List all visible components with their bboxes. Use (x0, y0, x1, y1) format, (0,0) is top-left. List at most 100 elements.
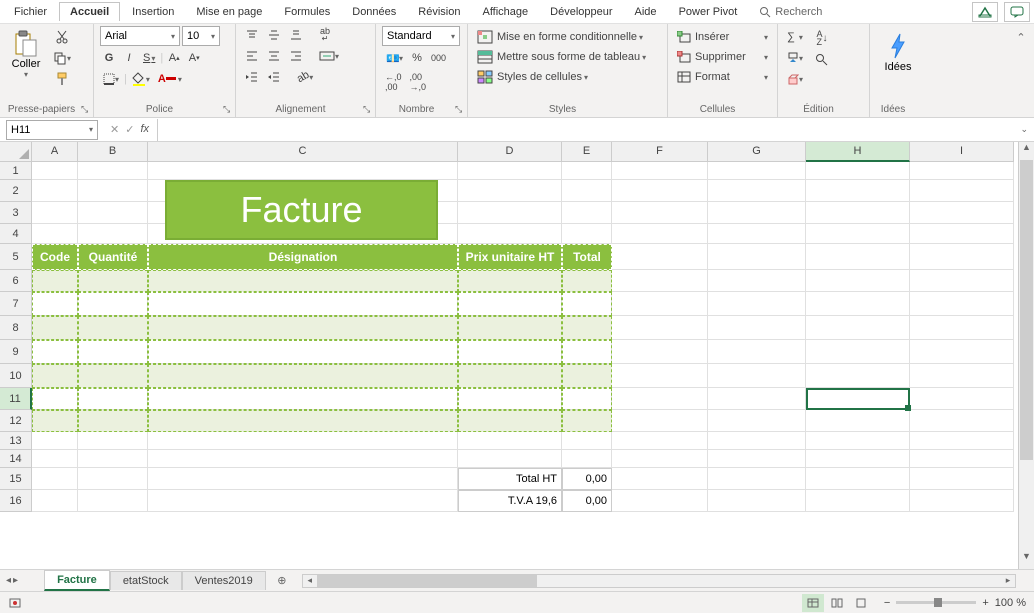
align-middle-button[interactable] (264, 26, 284, 44)
cells-grid[interactable]: Facture Code Quantité Désignation Prix u… (32, 162, 1018, 569)
merge-button[interactable]: ▾ (316, 47, 342, 65)
tab-nav[interactable]: ◂▸ (0, 575, 24, 586)
zoom-level[interactable]: 100 % (995, 597, 1026, 609)
col-header-G[interactable]: G (708, 142, 806, 162)
row-header-15[interactable]: 15 (0, 468, 32, 490)
row-header-3[interactable]: 3 (0, 202, 32, 224)
cancel-formula-icon[interactable]: ✕ (110, 123, 119, 136)
delete-button[interactable]: Supprimer▾ (674, 48, 771, 66)
menu-developpeur[interactable]: Développeur (540, 3, 622, 21)
menu-formules[interactable]: Formules (274, 3, 340, 21)
menu-affichage[interactable]: Affichage (472, 3, 538, 21)
row-header-1[interactable]: 1 (0, 162, 32, 180)
zoom-slider[interactable] (896, 601, 976, 604)
row-header-8[interactable]: 8 (0, 316, 32, 340)
menu-mise-en-page[interactable]: Mise en page (186, 3, 272, 21)
decrease-indent-button[interactable] (242, 68, 262, 86)
number-format-combo[interactable]: Standard▾ (382, 26, 460, 46)
row-header-6[interactable]: 6 (0, 270, 32, 292)
underline-button[interactable]: S▾ (140, 49, 158, 67)
format-button[interactable]: Format▾ (674, 68, 771, 86)
menu-aide[interactable]: Aide (625, 3, 667, 21)
col-header-F[interactable]: F (612, 142, 708, 162)
col-header-H[interactable]: H (806, 142, 910, 162)
menu-power-pivot[interactable]: Power Pivot (669, 3, 748, 21)
dialog-launcher-icon[interactable]: ⤡ (223, 104, 233, 114)
dialog-launcher-icon[interactable]: ⤡ (81, 104, 91, 114)
fill-button[interactable]: ▾ (784, 49, 806, 67)
enter-formula-icon[interactable]: ✓ (125, 123, 134, 136)
zoom-out-button[interactable]: − (884, 597, 890, 609)
menu-revision[interactable]: Révision (408, 3, 470, 21)
row-header-14[interactable]: 14 (0, 450, 32, 468)
align-bottom-button[interactable] (286, 26, 306, 44)
row-header-10[interactable]: 10 (0, 364, 32, 388)
row-header-2[interactable]: 2 (0, 180, 32, 202)
col-header-A[interactable]: A (32, 142, 78, 162)
name-box[interactable]: H11▾ (6, 120, 98, 140)
accounting-format-button[interactable]: 💶▾ (382, 49, 406, 67)
orientation-button[interactable]: ab▾ (294, 68, 316, 86)
col-header-I[interactable]: I (910, 142, 1014, 162)
search-box[interactable]: Recherch (749, 3, 832, 21)
grow-font-button[interactable]: A▴ (165, 49, 183, 67)
row-header-9[interactable]: 9 (0, 340, 32, 364)
horizontal-scrollbar[interactable]: ◂▸ (302, 574, 1016, 588)
row-header-12[interactable]: 12 (0, 410, 32, 432)
normal-view-button[interactable] (802, 594, 824, 612)
cut-button[interactable] (52, 28, 72, 46)
copy-button[interactable]: ▾ (50, 49, 74, 67)
collapse-ribbon-button[interactable]: ⌃ (1012, 28, 1030, 46)
bold-button[interactable]: G (100, 49, 118, 67)
autosum-button[interactable]: ∑▾ (784, 28, 806, 46)
find-select-button[interactable] (812, 51, 832, 69)
zoom-in-button[interactable]: + (982, 597, 988, 609)
row-header-13[interactable]: 13 (0, 432, 32, 450)
shrink-font-button[interactable]: A▾ (185, 49, 203, 67)
vertical-scrollbar[interactable]: ▲ ▼ (1018, 142, 1034, 569)
col-header-D[interactable]: D (458, 142, 562, 162)
menu-donnees[interactable]: Données (342, 3, 406, 21)
align-top-button[interactable] (242, 26, 262, 44)
dialog-launcher-icon[interactable]: ⤡ (455, 104, 465, 114)
sheet-tab-ventes2019[interactable]: Ventes2019 (182, 571, 266, 590)
sheet-tab-etatstock[interactable]: etatStock (110, 571, 182, 590)
fill-color-button[interactable]: ▾ (129, 70, 153, 88)
expand-formula-bar-icon[interactable]: ⌄ (1020, 124, 1028, 135)
menu-fichier[interactable]: Fichier (4, 3, 57, 21)
font-color-button[interactable]: A▾ (155, 70, 185, 88)
font-size-combo[interactable]: 10▾ (182, 26, 220, 46)
select-all-corner[interactable] (0, 142, 32, 162)
align-right-button[interactable] (286, 47, 306, 65)
page-layout-view-button[interactable] (826, 594, 848, 612)
conditional-formatting-button[interactable]: Mise en forme conditionnelle▾ (474, 28, 661, 46)
row-header-4[interactable]: 4 (0, 224, 32, 244)
wrap-text-button[interactable]: ab↵ (316, 26, 334, 44)
fx-icon[interactable]: fx (140, 123, 149, 136)
percent-button[interactable]: % (408, 49, 426, 67)
format-painter-button[interactable] (52, 70, 72, 88)
align-center-button[interactable] (264, 47, 284, 65)
row-header-7[interactable]: 7 (0, 292, 32, 316)
format-as-table-button[interactable]: Mettre sous forme de tableau▾ (474, 48, 661, 66)
ideas-button[interactable]: Idées (885, 26, 912, 73)
increase-decimal-button[interactable]: ←,0,00 (382, 70, 405, 94)
share-icon[interactable] (972, 2, 998, 22)
col-header-E[interactable]: E (562, 142, 612, 162)
font-name-combo[interactable]: Arial▾ (100, 26, 180, 46)
clear-button[interactable]: ▾ (784, 70, 806, 88)
record-macro-icon[interactable] (8, 596, 22, 610)
sheet-tab-facture[interactable]: Facture (44, 570, 110, 591)
row-header-5[interactable]: 5 (0, 244, 32, 270)
paste-button[interactable]: Coller ▾ (6, 26, 46, 79)
col-header-B[interactable]: B (78, 142, 148, 162)
cell-styles-button[interactable]: Styles de cellules▾ (474, 68, 661, 86)
add-sheet-button[interactable]: ⊕ (272, 574, 292, 587)
row-header-11[interactable]: 11 (0, 388, 32, 410)
increase-indent-button[interactable] (264, 68, 284, 86)
page-break-view-button[interactable] (850, 594, 872, 612)
dialog-launcher-icon[interactable]: ⤡ (363, 104, 373, 114)
menu-insertion[interactable]: Insertion (122, 3, 184, 21)
col-header-C[interactable]: C (148, 142, 458, 162)
align-left-button[interactable] (242, 47, 262, 65)
